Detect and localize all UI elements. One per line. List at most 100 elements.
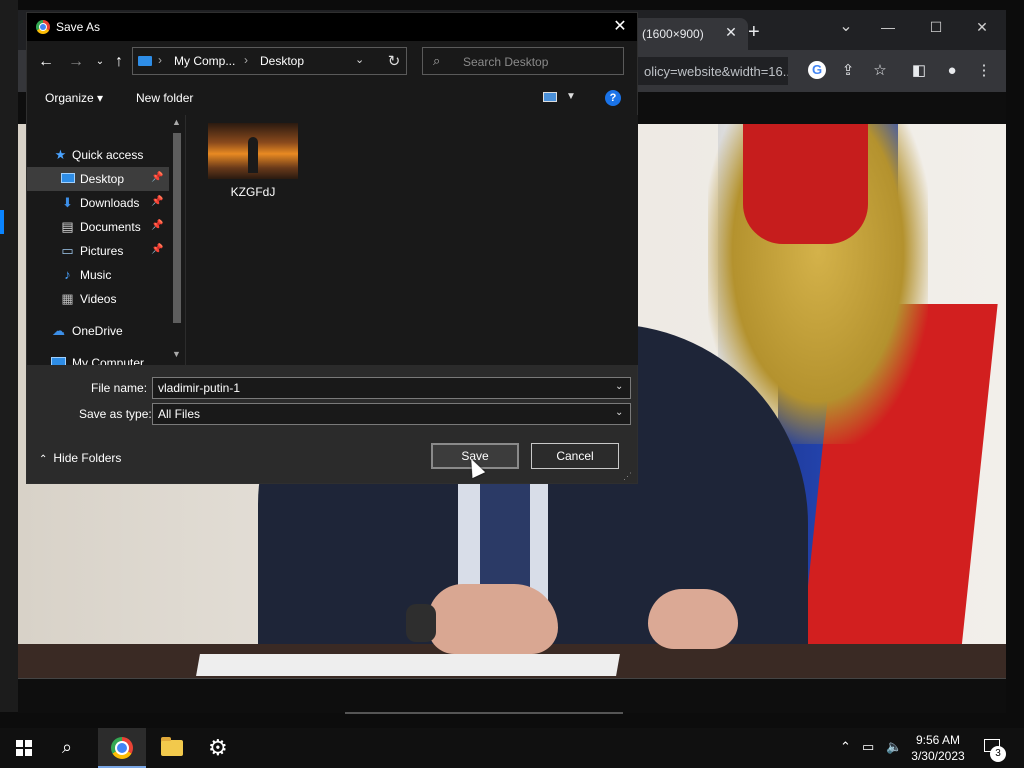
volume-icon[interactable]: 🔈 <box>886 739 902 755</box>
new-folder-button[interactable]: New folder <box>136 91 193 105</box>
page-bottom-bar <box>18 678 1006 713</box>
nav-item-music[interactable]: ♪ Music <box>27 263 169 287</box>
clock-time[interactable]: 9:56 AM <box>908 733 968 747</box>
chevron-down-icon[interactable]: ⌄ <box>615 381 623 392</box>
start-button[interactable] <box>0 728 48 768</box>
nav-item-pictures[interactable]: ▭ Pictures 📌 <box>27 239 169 263</box>
scroll-up-icon[interactable]: ▲ <box>172 117 181 127</box>
resize-grip-icon[interactable]: ⋰ <box>623 471 632 482</box>
cancel-button[interactable]: Cancel <box>531 443 619 469</box>
nav-item-desktop[interactable]: Desktop 📌 <box>27 167 169 191</box>
nav-item-quick-access[interactable]: ★ Quick access <box>27 143 169 167</box>
share-icon[interactable]: ⇪ <box>835 58 861 84</box>
save-form: File name: ⌄ Save as type: All Files ⌄ ⌃… <box>27 365 637 483</box>
file-name-input[interactable] <box>153 378 603 398</box>
nav-item-label: Documents <box>80 220 141 234</box>
pin-icon: 📌 <box>151 172 164 183</box>
chevron-right-icon: › <box>158 53 162 67</box>
taskbar: ⌕ ⚙ ⌃ ▭ 🔈 9:56 AM 3/30/2023 3 <box>0 728 1024 768</box>
nav-item-label: Desktop <box>80 172 125 186</box>
breadcrumb-desktop[interactable]: Desktop <box>260 54 304 68</box>
close-tab-icon[interactable]: ✕ <box>722 24 740 41</box>
nav-item-onedrive[interactable]: ☁ OneDrive <box>27 319 169 343</box>
file-thumbnail <box>208 123 298 179</box>
view-options-icon[interactable] <box>543 92 557 102</box>
sidepanel-icon[interactable]: ◧ <box>906 58 932 84</box>
taskbar-file-explorer[interactable] <box>148 728 196 768</box>
refresh-icon[interactable]: ↻ <box>384 52 404 70</box>
computer-icon <box>138 56 152 66</box>
chevron-down-icon[interactable]: ▼ <box>566 91 576 102</box>
background-window-accent <box>0 210 4 234</box>
maximize-button[interactable]: ☐ <box>916 16 956 38</box>
dialog-title: Save As <box>56 20 101 34</box>
background-divider <box>345 712 623 714</box>
nav-item-label: Videos <box>80 292 117 306</box>
nav-scrollbar[interactable]: ▲ ▼ <box>169 115 185 365</box>
close-window-button[interactable]: ✕ <box>962 16 1002 38</box>
scroll-down-icon[interactable]: ▼ <box>172 349 181 359</box>
pictures-icon: ▭ <box>61 243 74 258</box>
nav-item-documents[interactable]: ▤ Documents 📌 <box>27 215 169 239</box>
search-icon: ⌕ <box>433 53 441 68</box>
taskbar-chrome[interactable] <box>98 728 146 768</box>
star-icon: ★ <box>54 147 67 162</box>
dialog-titlebar: Save As ✕ <box>27 13 637 41</box>
background-window-edge <box>0 0 18 712</box>
address-bar[interactable]: › My Comp... › Desktop ⌄ ↻ <box>132 47 407 75</box>
nav-item-label: Downloads <box>80 196 140 210</box>
clock-date[interactable]: 3/30/2023 <box>908 749 968 763</box>
hide-folders-label: Hide Folders <box>53 451 122 465</box>
nav-item-label: Pictures <box>80 244 124 258</box>
file-name-field[interactable]: ⌄ <box>152 377 631 399</box>
chrome-logo-icon <box>36 20 50 34</box>
profile-icon[interactable]: ● <box>939 58 965 84</box>
file-item[interactable]: KZGFdJ <box>206 123 300 203</box>
save-type-label: Save as type: <box>79 407 152 421</box>
google-lens-icon[interactable]: G <box>808 61 826 79</box>
search-taskbar-button[interactable]: ⌕ <box>48 728 96 768</box>
dialog-navbar: ← → ⌄ ↑ › My Comp... › Desktop ⌄ ↻ ⌕ Sea… <box>27 41 637 81</box>
star-icon[interactable]: ☆ <box>867 58 893 84</box>
taskbar-settings[interactable]: ⚙ <box>196 728 244 768</box>
save-as-dialog: Save As ✕ ← → ⌄ ↑ › My Comp... › Desktop… <box>26 12 638 484</box>
network-icon[interactable]: ▭ <box>862 739 874 755</box>
pin-icon: 📌 <box>151 220 164 231</box>
new-tab-button[interactable]: + <box>748 22 760 42</box>
desktop-icon <box>60 172 75 186</box>
videos-icon: ▦ <box>61 291 74 306</box>
windows-icon <box>16 740 32 756</box>
dialog-close-button[interactable]: ✕ <box>607 16 633 38</box>
minimize-button[interactable]: — <box>868 16 908 38</box>
chrome-icon <box>111 737 133 759</box>
nav-item-videos[interactable]: ▦ Videos <box>27 287 169 311</box>
file-pane: KZGFdJ <box>185 115 638 365</box>
help-icon[interactable]: ? <box>605 90 621 106</box>
browser-tab-title: g (1600×900) <box>632 27 704 41</box>
save-type-select[interactable]: All Files ⌄ <box>152 403 631 425</box>
pin-icon: 📌 <box>151 244 164 255</box>
file-name-label: File name: <box>91 381 148 395</box>
navigation-pane: ★ Quick access Desktop 📌 ⬇ Downloads 📌 ▤… <box>27 115 185 370</box>
menu-icon[interactable]: ⋮ <box>971 58 997 84</box>
up-arrow-icon[interactable]: ↑ <box>108 51 130 73</box>
download-icon: ⬇ <box>62 195 73 210</box>
cloud-icon: ☁ <box>52 323 65 338</box>
chevron-down-icon[interactable]: ⌄ <box>615 407 623 418</box>
search-box[interactable]: ⌕ Search Desktop <box>422 47 624 75</box>
file-name: KZGFdJ <box>230 185 276 199</box>
tab-search-icon[interactable]: ⌄ <box>826 16 866 38</box>
omnibox-url: olicy=website&width=16... <box>644 64 788 79</box>
forward-arrow-icon[interactable]: → <box>65 51 87 73</box>
hide-folders-button[interactable]: ⌃ Hide Folders <box>39 451 121 465</box>
nav-item-downloads[interactable]: ⬇ Downloads 📌 <box>27 191 169 215</box>
chevron-right-icon: › <box>244 53 248 67</box>
nav-item-label: Quick access <box>72 148 144 162</box>
scrollbar-thumb[interactable] <box>173 133 181 323</box>
chevron-down-icon[interactable]: ⌄ <box>355 53 364 66</box>
search-placeholder: Search Desktop <box>463 55 549 69</box>
chevron-up-icon[interactable]: ⌃ <box>840 739 851 755</box>
back-arrow-icon[interactable]: ← <box>35 51 57 73</box>
organize-button[interactable]: Organize ▾ <box>45 91 103 105</box>
breadcrumb-my-computer[interactable]: My Comp... <box>174 54 235 68</box>
